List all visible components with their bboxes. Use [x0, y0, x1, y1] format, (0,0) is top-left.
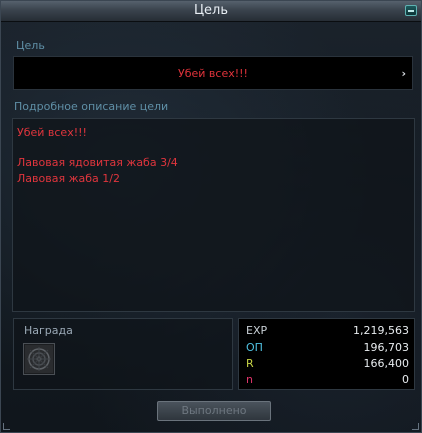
- description-section-label: Подробное описание цели: [14, 100, 169, 113]
- stat-row-op: ОП 196,703: [239, 341, 414, 355]
- stat-name: R: [246, 357, 254, 370]
- description-line: Лавовая ядовитая жаба 3/4: [17, 156, 178, 169]
- stat-name: ОП: [246, 341, 263, 354]
- reward-item-slot[interactable]: [23, 343, 55, 375]
- window-titlebar[interactable]: Цель: [1, 1, 421, 22]
- reward-item-icon: [25, 345, 53, 373]
- description-line: Лавовая жаба 1/2: [17, 172, 120, 185]
- description-line: Убей всех!!!: [17, 126, 87, 139]
- quest-window: Цель Цель Убей всех!!! › Подробное описа…: [0, 0, 422, 433]
- stat-name: n: [246, 373, 253, 386]
- chevron-right-icon[interactable]: ›: [401, 67, 406, 80]
- description-box: Убей всех!!! Лавовая ядовитая жаба 3/4 Л…: [12, 118, 415, 312]
- stat-value: 0: [402, 373, 409, 386]
- minimize-icon: [408, 10, 414, 12]
- done-button[interactable]: Выполнено: [157, 401, 271, 421]
- reward-label: Награда: [24, 324, 73, 337]
- goal-box[interactable]: Убей всех!!! ›: [13, 56, 413, 90]
- stat-value: 166,400: [363, 357, 410, 370]
- stat-name: EXP: [246, 324, 268, 337]
- corner-ornament: [412, 423, 419, 430]
- stat-row-exp: EXP 1,219,563: [239, 324, 414, 338]
- stat-value: 196,703: [363, 341, 410, 354]
- corner-ornament: [3, 423, 10, 430]
- minimize-button[interactable]: [405, 5, 417, 16]
- reward-box: Награда: [13, 318, 233, 390]
- stat-row-r: R 166,400: [239, 357, 414, 371]
- reward-stats: EXP 1,219,563 ОП 196,703 R 166,400 n 0: [238, 318, 415, 390]
- stat-row-n: n 0: [239, 373, 414, 387]
- goal-text: Убей всех!!!: [178, 67, 248, 80]
- window-title: Цель: [193, 3, 229, 18]
- goal-section-label: Цель: [16, 39, 45, 52]
- stat-value: 1,219,563: [353, 324, 409, 337]
